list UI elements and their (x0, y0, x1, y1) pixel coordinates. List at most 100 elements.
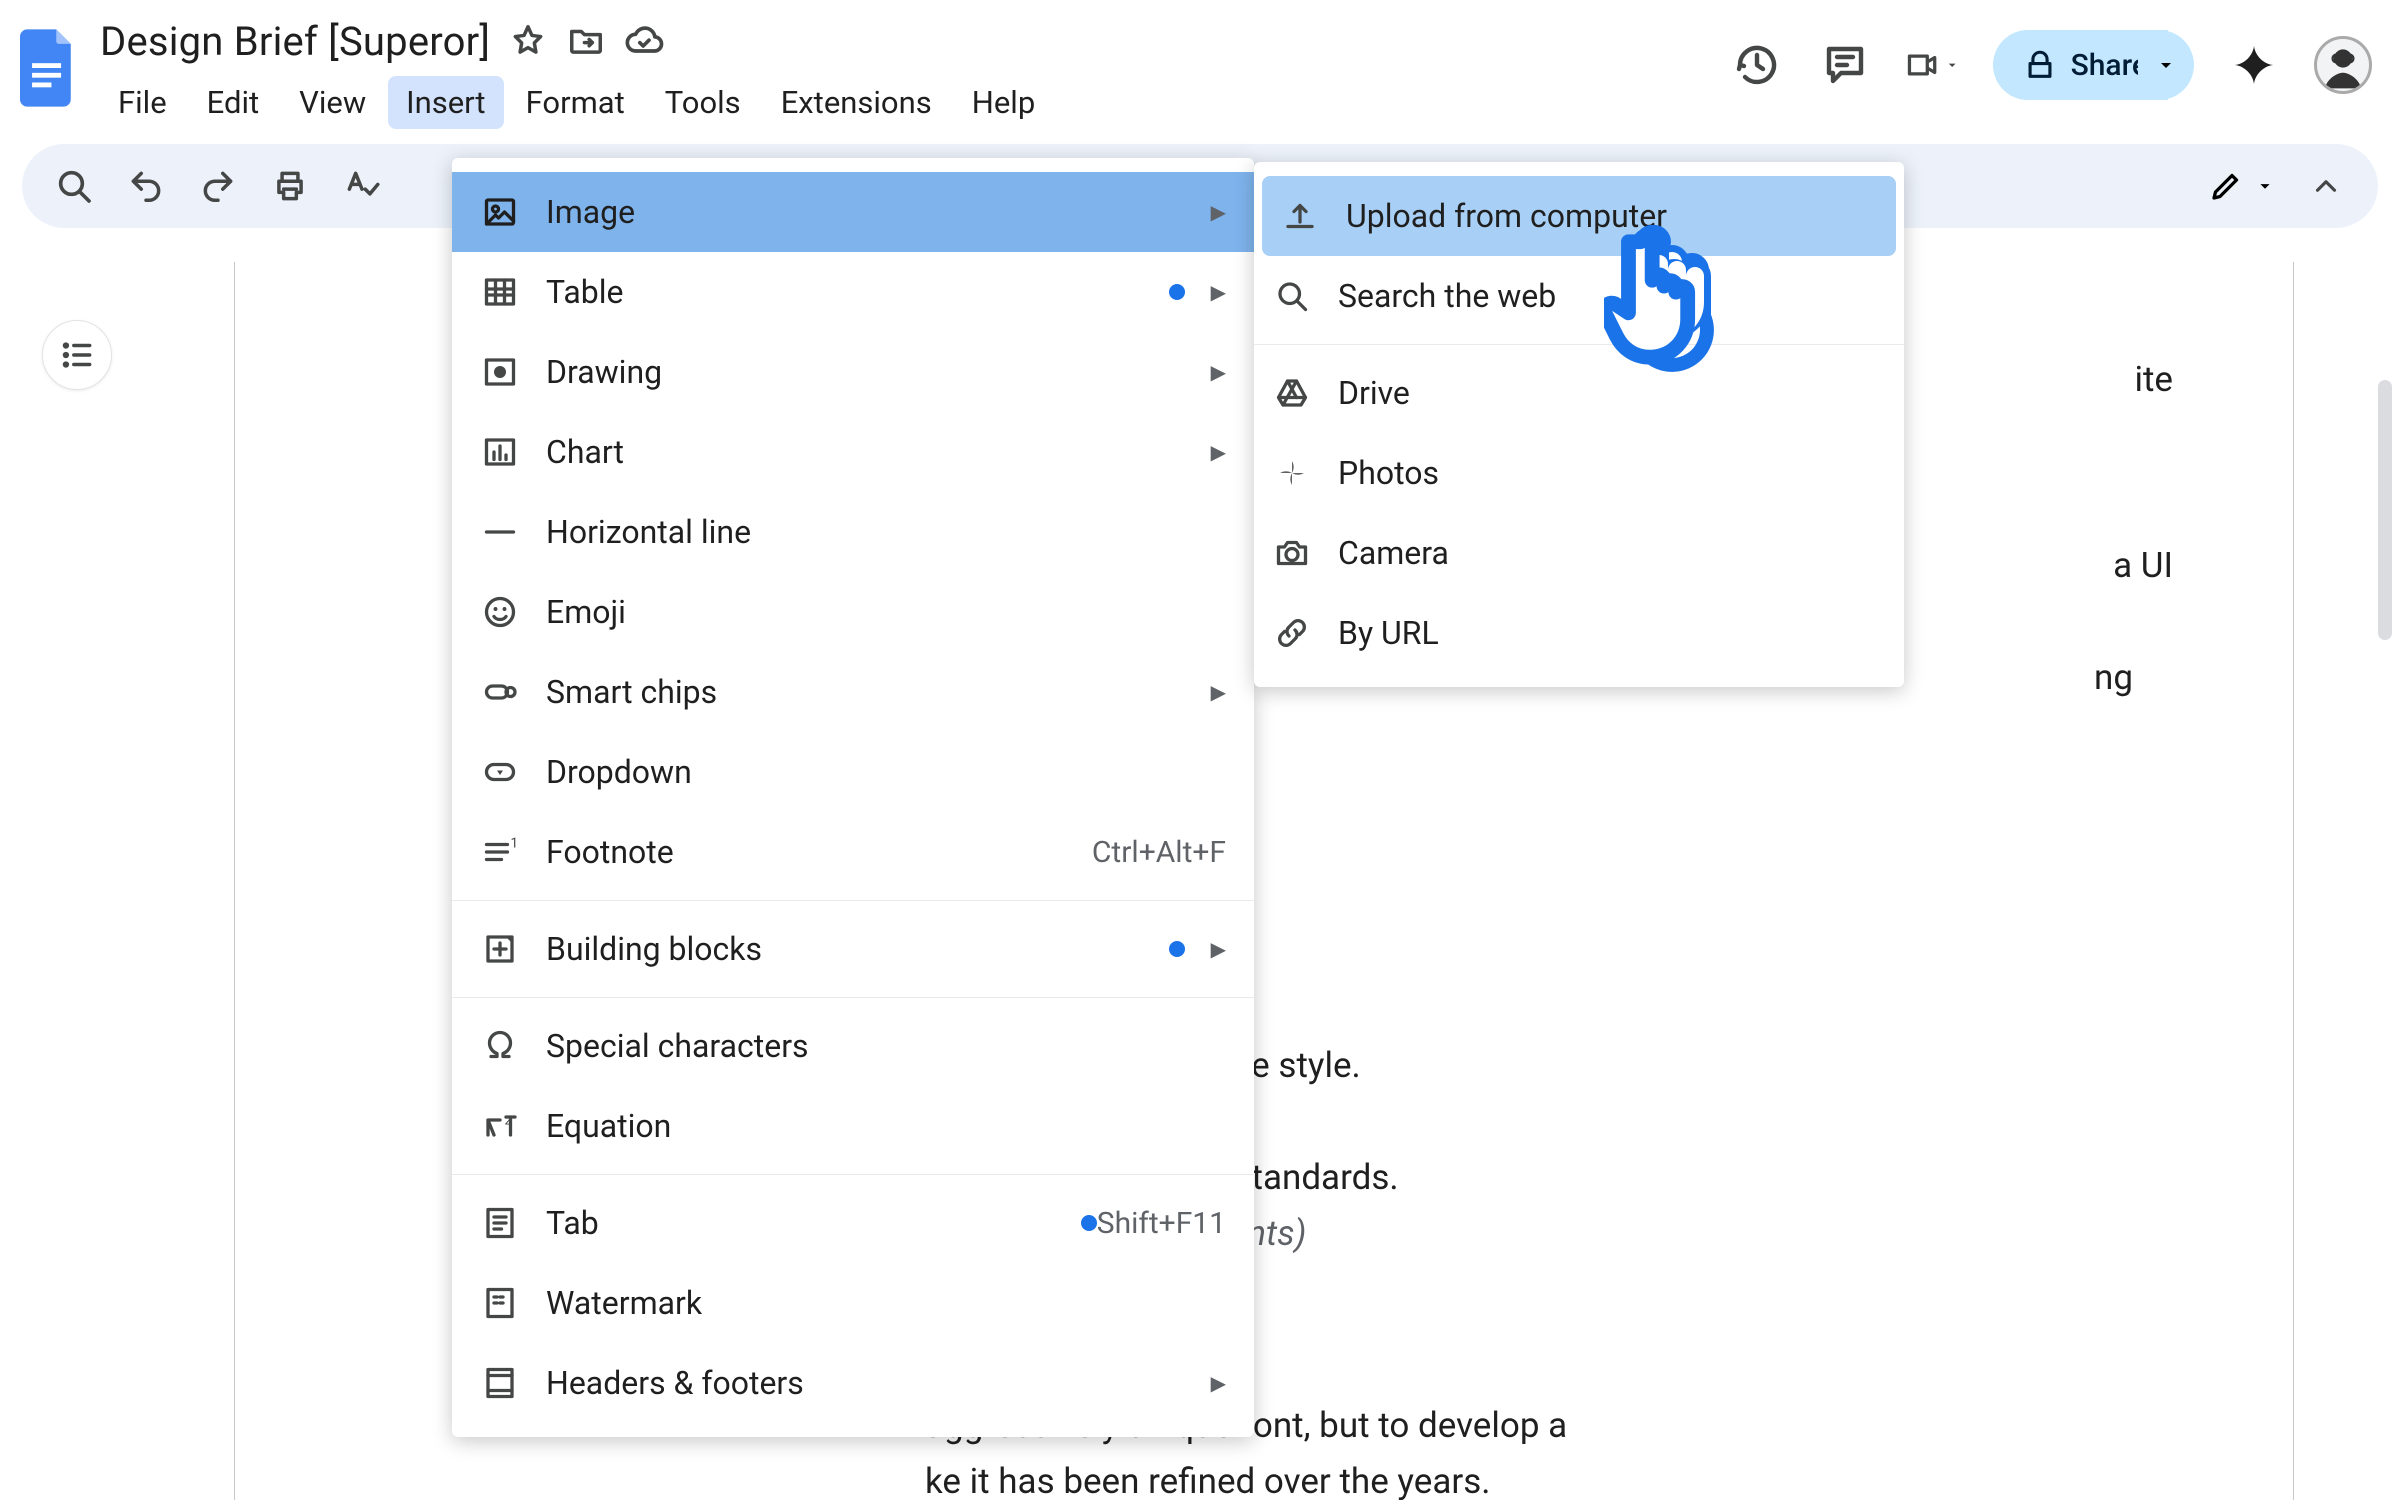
insert-emoji[interactable]: Emoji (452, 572, 1254, 652)
submenu-label: Camera (1338, 534, 1449, 572)
submenu-arrow-icon: ▶ (1211, 1371, 1226, 1395)
image-drive[interactable]: Drive (1254, 353, 1904, 433)
cloud-status-icon[interactable] (624, 21, 664, 61)
move-folder-icon[interactable] (566, 21, 606, 61)
account-avatar[interactable] (2314, 36, 2372, 94)
insert-chart[interactable]: Chart ▶ (452, 412, 1254, 492)
menu-divider (452, 900, 1254, 901)
menu-label: Chart (546, 433, 1199, 471)
footnote-icon: 1 (480, 832, 520, 872)
new-indicator-icon (1169, 941, 1185, 957)
camera-icon (1272, 533, 1312, 573)
doc-text: ng (2094, 657, 2133, 698)
menu-label: Footnote (546, 833, 1092, 871)
insert-dropdown[interactable]: Dropdown (452, 732, 1254, 812)
docs-app-icon[interactable] (14, 20, 84, 116)
history-icon[interactable] (1729, 37, 1785, 93)
upload-icon (1280, 196, 1320, 236)
print-icon[interactable] (268, 164, 312, 208)
gemini-icon[interactable] (2226, 37, 2282, 93)
header: Design Brief [Superor] File Edit View In… (0, 0, 2400, 140)
document-title[interactable]: Design Brief [Superor] (100, 18, 490, 65)
dropdown-icon (480, 752, 520, 792)
insert-table[interactable]: Table ▶ (452, 252, 1254, 332)
insert-building-blocks[interactable]: Building blocks ▶ (452, 909, 1254, 989)
image-search-web[interactable]: Search the web (1254, 256, 1904, 336)
shortcut-label: Ctrl+Alt+F (1092, 835, 1226, 870)
meet-icon[interactable] (1905, 37, 1961, 93)
building-blocks-icon (480, 929, 520, 969)
doc-text: ite (2134, 359, 2173, 400)
submenu-arrow-icon: ▶ (1211, 280, 1226, 304)
menu-extensions[interactable]: Extensions (763, 76, 950, 129)
vertical-scrollbar[interactable] (2378, 380, 2392, 940)
insert-equation[interactable]: 2 Equation (452, 1086, 1254, 1166)
insert-horizontal-line[interactable]: Horizontal line (452, 492, 1254, 572)
photos-icon (1272, 453, 1312, 493)
image-photos[interactable]: Photos (1254, 433, 1904, 513)
menu-label: Equation (546, 1107, 1226, 1145)
spellcheck-icon[interactable] (340, 164, 384, 208)
menu-label: Table (546, 273, 1169, 311)
menu-bar: File Edit View Insert Format Tools Exten… (90, 76, 1729, 129)
submenu-arrow-icon: ▶ (1211, 440, 1226, 464)
insert-watermark[interactable]: Watermark (452, 1263, 1254, 1343)
image-upload-from-computer[interactable]: Upload from computer (1262, 176, 1896, 256)
submenu-arrow-icon: ▶ (1211, 360, 1226, 384)
image-icon (480, 192, 520, 232)
insert-smart-chips[interactable]: Smart chips ▶ (452, 652, 1254, 732)
insert-headers-footers[interactable]: Headers & footers ▶ (452, 1343, 1254, 1423)
menu-label: Smart chips (546, 673, 1199, 711)
insert-image[interactable]: Image ▶ (452, 172, 1254, 252)
submenu-label: Photos (1338, 454, 1439, 492)
chart-icon (480, 432, 520, 472)
smart-chips-icon (480, 672, 520, 712)
search-icon[interactable] (52, 164, 96, 208)
svg-text:1: 1 (511, 836, 519, 852)
new-indicator-icon (1169, 284, 1185, 300)
table-icon (480, 272, 520, 312)
equation-icon: 2 (480, 1106, 520, 1146)
scrollbar-thumb[interactable] (2378, 380, 2392, 640)
star-icon[interactable] (508, 21, 548, 61)
image-camera[interactable]: Camera (1254, 513, 1904, 593)
menu-edit[interactable]: Edit (189, 76, 278, 129)
menu-file[interactable]: File (100, 76, 185, 129)
comment-icon[interactable] (1817, 37, 1873, 93)
insert-menu: Image ▶ Table ▶ Drawing ▶ Chart ▶ Horizo… (452, 158, 1254, 1437)
share-dropdown[interactable] (2138, 30, 2194, 100)
share-label: Share (2071, 48, 2148, 83)
menu-label: Headers & footers (546, 1364, 1199, 1402)
insert-special-characters[interactable]: Special characters (452, 1006, 1254, 1086)
omega-icon (480, 1026, 520, 1066)
menu-insert[interactable]: Insert (388, 76, 503, 129)
doc-text: ke it has been refined over the years. (925, 1461, 1491, 1500)
shortcut-label: Shift+F11 (1097, 1206, 1226, 1241)
drive-icon (1272, 373, 1312, 413)
insert-drawing[interactable]: Drawing ▶ (452, 332, 1254, 412)
insert-footnote[interactable]: 1 Footnote Ctrl+Alt+F (452, 812, 1254, 892)
tab-icon (480, 1203, 520, 1243)
search-icon (1272, 276, 1312, 316)
redo-icon[interactable] (196, 164, 240, 208)
menu-format[interactable]: Format (508, 76, 643, 129)
submenu-label: Drive (1338, 374, 1410, 412)
submenu-arrow-icon: ▶ (1211, 937, 1226, 961)
collapse-toolbar-icon[interactable] (2304, 164, 2348, 208)
menu-label: Watermark (546, 1284, 1226, 1322)
menu-help[interactable]: Help (954, 76, 1054, 129)
submenu-label: By URL (1338, 614, 1439, 652)
show-outline-button[interactable] (42, 320, 112, 390)
menu-label: Image (546, 193, 1199, 231)
image-by-url[interactable]: By URL (1254, 593, 1904, 673)
drawing-icon (480, 352, 520, 392)
watermark-icon (480, 1283, 520, 1323)
menu-view[interactable]: View (281, 76, 384, 129)
editing-mode-button[interactable] (2208, 168, 2276, 204)
submenu-arrow-icon: ▶ (1211, 200, 1226, 224)
menu-label: Dropdown (546, 753, 1226, 791)
menu-divider (452, 997, 1254, 998)
menu-tools[interactable]: Tools (647, 76, 759, 129)
undo-icon[interactable] (124, 164, 168, 208)
insert-tab[interactable]: Tab Shift+F11 (452, 1183, 1254, 1263)
